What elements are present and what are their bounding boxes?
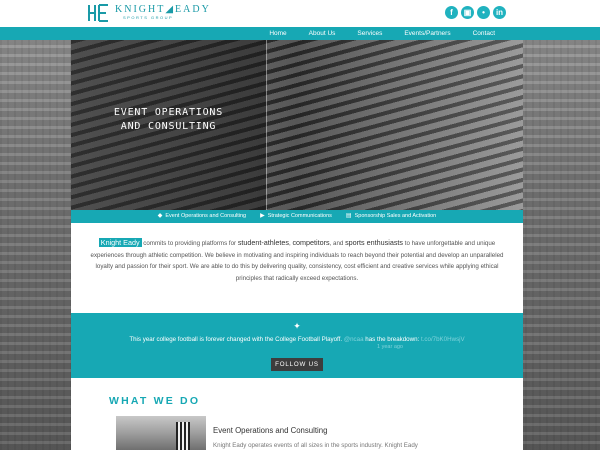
billboard-icon: ▤ (345, 213, 352, 219)
main-nav: Home About Us Services Events/Partners C… (0, 27, 600, 40)
hero-banner: EVENT OPERATIONS AND CONSULTING (71, 40, 523, 210)
intro-paragraph: Knight Eady commits to providing platfor… (86, 237, 508, 284)
nav-services[interactable]: Services (357, 27, 382, 40)
tweet-body: This year college football is forever ch… (129, 336, 344, 343)
service-link-event-operations[interactable]: ◆ Event Operations and Consulting (158, 210, 246, 223)
referee-figure (176, 422, 190, 450)
social-links: f ▣ • in (445, 6, 506, 19)
intro-emphasis: sports enthusiasts (345, 238, 404, 247)
service-label: Strategic Communications (267, 213, 332, 219)
twitter-feed: ✦ This year college football is forever … (71, 313, 523, 378)
site-header: KNIGHT◢EADY SPORTS GROUP f ▣ • in (0, 0, 600, 27)
megaphone-icon: ▶ (260, 213, 265, 219)
tweet-url-link[interactable]: t.co/7bK0HwsjV (421, 336, 465, 343)
tweet-text: This year college football is forever ch… (71, 336, 523, 344)
intro-brand-highlight: Knight Eady (98, 238, 142, 247)
service-link-sponsorship[interactable]: ▤ Sponsorship Sales and Activation (346, 210, 436, 223)
linkedin-icon[interactable]: in (493, 6, 506, 19)
service-label: Event Operations and Consulting (165, 213, 247, 219)
intro-text: commits to providing platforms for (141, 240, 238, 247)
follow-us-button[interactable]: FOLLOW US (271, 358, 323, 371)
tweet-body-mid: has the breakdown: (363, 336, 421, 343)
hero-title-line1: EVENT OPERATIONS (113, 107, 224, 118)
event-title: Event Operations and Consulting (213, 426, 328, 435)
what-we-do-heading: WHAT WE DO (109, 395, 201, 407)
tweet-handle-link[interactable]: @ncaa (344, 336, 364, 343)
brand-name: KNIGHT◢EADY (115, 4, 211, 15)
event-photo (116, 416, 206, 450)
nav-about-us[interactable]: About Us (309, 27, 336, 40)
brand-subtitle: SPORTS GROUP (123, 15, 174, 20)
intro-emphasis: student-athletes (237, 238, 289, 247)
hero-divider (266, 40, 267, 210)
twitter-icon[interactable]: • (477, 6, 490, 19)
nav-events-partners[interactable]: Events/Partners (404, 27, 450, 40)
twitter-bird-icon: ✦ (293, 321, 301, 331)
service-link-strategic-communications[interactable]: ▶ Strategic Communications (260, 210, 332, 223)
instagram-icon[interactable]: ▣ (461, 6, 474, 19)
main-content: EVENT OPERATIONS AND CONSULTING ◆ Event … (71, 40, 523, 450)
hero-title-line2: AND CONSULTING (120, 121, 217, 132)
tweet-timestamp: 1 year ago (377, 344, 403, 350)
nav-contact[interactable]: Contact (473, 27, 495, 40)
brand-logo[interactable]: KNIGHT◢EADY SPORTS GROUP (88, 4, 211, 24)
event-description: Knight Eady operates events of all sizes… (213, 442, 418, 449)
services-bar: ◆ Event Operations and Consulting ▶ Stra… (71, 210, 523, 223)
service-label: Sponsorship Sales and Activation (354, 213, 437, 219)
intro-text: , and (329, 240, 346, 247)
tag-icon: ◆ (157, 213, 163, 219)
logo-mark-icon (88, 4, 108, 22)
hero-title: EVENT OPERATIONS AND CONSULTING (71, 106, 266, 134)
intro-emphasis: competitors (292, 238, 330, 247)
nav-home[interactable]: Home (269, 27, 286, 40)
facebook-icon[interactable]: f (445, 6, 458, 19)
